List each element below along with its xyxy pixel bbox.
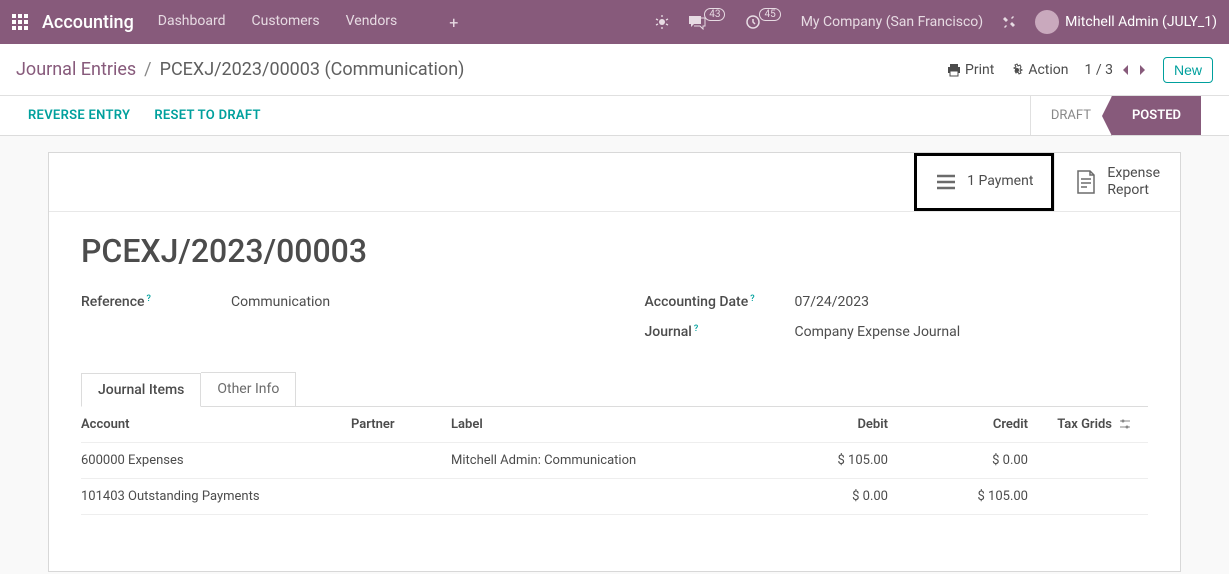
apps-icon[interactable] xyxy=(12,14,28,30)
company-selector[interactable]: My Company (San Francisco) xyxy=(801,14,983,30)
col-account[interactable]: Account xyxy=(81,417,351,432)
debug-icon[interactable] xyxy=(654,14,670,30)
document-icon xyxy=(1075,169,1097,195)
nav-customers[interactable]: Customers xyxy=(252,13,320,32)
grid-header: Account Partner Label Debit Credit Tax G… xyxy=(81,407,1148,443)
messages-icon[interactable]: 43 xyxy=(688,14,727,30)
tabs: Journal Items Other Info xyxy=(81,372,1148,406)
sliders-icon xyxy=(1118,417,1132,431)
stat-expense-report[interactable]: Expense Report xyxy=(1054,153,1180,211)
messages-badge: 43 xyxy=(704,8,725,21)
topbar: Accounting Dashboard Customers Vendors +… xyxy=(0,0,1229,44)
nav-add[interactable]: + xyxy=(449,13,458,32)
col-debit[interactable]: Debit xyxy=(748,417,888,432)
new-button[interactable]: New xyxy=(1163,57,1213,83)
pager-next[interactable] xyxy=(1138,63,1147,77)
tab-other-info[interactable]: Other Info xyxy=(201,372,296,406)
gear-icon xyxy=(1010,63,1024,77)
breadcrumb-root[interactable]: Journal Entries xyxy=(16,59,136,80)
journal-items-grid: Account Partner Label Debit Credit Tax G… xyxy=(81,406,1148,515)
bars-icon xyxy=(935,173,957,191)
col-tax[interactable]: Tax Grids xyxy=(1028,417,1118,432)
statusbar: REVERSE ENTRY RESET TO DRAFT DRAFT POSTE… xyxy=(0,96,1229,136)
help-icon[interactable]: ? xyxy=(694,324,698,334)
status-draft[interactable]: DRAFT xyxy=(1030,96,1111,135)
col-partner[interactable]: Partner xyxy=(351,417,451,432)
pager-prev[interactable] xyxy=(1121,63,1130,77)
stat-buttons: 1 Payment Expense Report xyxy=(49,153,1180,212)
user-menu[interactable]: Mitchell Admin (JULY_1) xyxy=(1035,10,1217,34)
breadcrumb: Journal Entries / PCEXJ/2023/00003 (Comm… xyxy=(16,59,464,80)
stat-payment-text: 1 Payment xyxy=(967,173,1033,190)
reset-draft-button[interactable]: RESET TO DRAFT xyxy=(154,108,260,123)
journal-label: Journal? xyxy=(645,324,795,340)
tools-icon[interactable] xyxy=(1001,14,1017,30)
print-button[interactable]: Print xyxy=(947,62,994,78)
table-row[interactable]: 600000 Expenses Mitchell Admin: Communic… xyxy=(81,443,1148,479)
help-icon[interactable]: ? xyxy=(750,294,754,304)
journal-value[interactable]: Company Expense Journal xyxy=(795,324,961,340)
nav-menu: Dashboard Customers Vendors + xyxy=(158,13,459,32)
col-credit[interactable]: Credit xyxy=(888,417,1028,432)
stat-payment[interactable]: 1 Payment xyxy=(914,153,1054,211)
brand[interactable]: Accounting xyxy=(42,12,134,33)
print-icon xyxy=(947,63,961,77)
ref-label: Reference? xyxy=(81,294,231,310)
controlbar: Journal Entries / PCEXJ/2023/00003 (Comm… xyxy=(0,44,1229,96)
pager-text[interactable]: 1 / 3 xyxy=(1085,62,1113,78)
breadcrumb-sep: / xyxy=(144,59,151,80)
activity-badge: 45 xyxy=(759,8,780,21)
user-name: Mitchell Admin (JULY_1) xyxy=(1065,14,1217,30)
entry-title: PCEXJ/2023/00003 xyxy=(81,232,1148,270)
date-value[interactable]: 07/24/2023 xyxy=(795,294,870,310)
help-icon[interactable]: ? xyxy=(147,294,151,304)
stat-expense-text: Expense Report xyxy=(1107,165,1160,199)
col-label[interactable]: Label xyxy=(451,417,748,432)
table-row[interactable]: 101403 Outstanding Payments $ 0.00 $ 105… xyxy=(81,479,1148,515)
pager: 1 / 3 xyxy=(1085,62,1147,78)
date-label: Accounting Date? xyxy=(645,294,795,310)
status-posted[interactable]: POSTED xyxy=(1111,96,1201,135)
ref-value[interactable]: Communication xyxy=(231,294,330,310)
reverse-entry-button[interactable]: REVERSE ENTRY xyxy=(28,108,130,123)
tab-journal-items[interactable]: Journal Items xyxy=(81,373,201,407)
nav-vendors[interactable]: Vendors xyxy=(346,13,398,32)
col-options[interactable] xyxy=(1118,417,1148,432)
avatar xyxy=(1035,10,1059,34)
breadcrumb-current: PCEXJ/2023/00003 (Communication) xyxy=(160,59,465,80)
action-button[interactable]: Action xyxy=(1010,62,1068,78)
form-sheet: 1 Payment Expense Report PCEXJ/2023/0000… xyxy=(48,152,1181,572)
nav-dashboard[interactable]: Dashboard xyxy=(158,13,226,32)
activity-icon[interactable]: 45 xyxy=(745,14,782,30)
